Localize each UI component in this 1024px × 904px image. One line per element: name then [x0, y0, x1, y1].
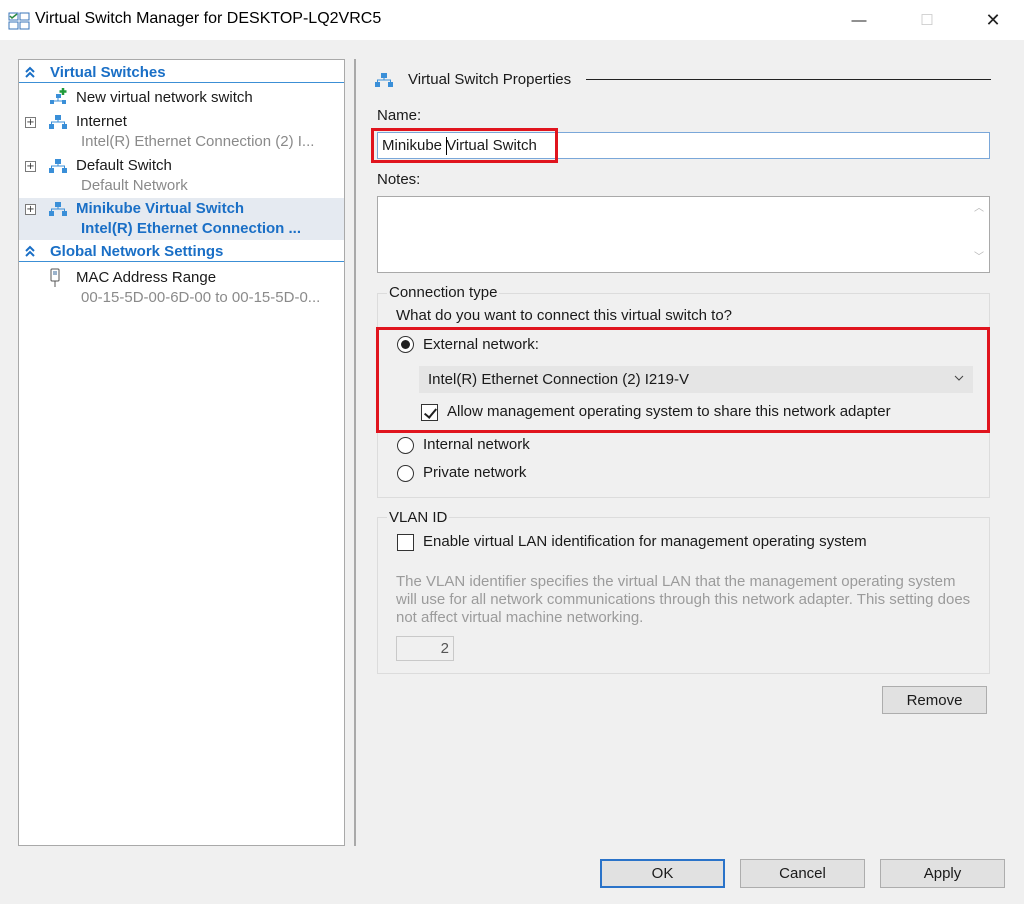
collapse-chevron-icon[interactable]: [24, 245, 36, 258]
connection-type-title: Connection type: [387, 284, 500, 301]
minimize-button[interactable]: —: [826, 0, 892, 40]
mac-range-label: MAC Address Range: [76, 269, 217, 286]
connection-question: What do you want to connect this virtual…: [396, 307, 732, 324]
apply-button[interactable]: Apply: [880, 859, 1005, 888]
name-highlight-box: [371, 128, 558, 163]
network-switch-icon: [49, 115, 67, 129]
network-switch-icon: [49, 159, 67, 173]
private-network-label: Private network: [423, 464, 527, 481]
switch-name: Internet: [76, 113, 127, 130]
title-bar: Virtual Switch Manager for DESKTOP-LQ2VR…: [0, 0, 1024, 40]
header-divider: [586, 79, 991, 80]
tree-item-internet[interactable]: + Internet Intel(R) Ethernet Connection …: [19, 111, 344, 153]
global-network-settings-section[interactable]: Global Network Settings: [19, 242, 344, 262]
network-switch-icon: [49, 202, 67, 216]
expand-icon[interactable]: +: [25, 161, 36, 172]
external-network-highlight-box: [376, 327, 990, 433]
virtual-switches-header: Virtual Switches: [50, 64, 166, 81]
mac-address-icon: [50, 268, 60, 287]
internal-network-radio[interactable]: [397, 437, 414, 454]
new-switch-label: New virtual network switch: [76, 89, 253, 106]
notes-textarea[interactable]: ︿ ﹀: [377, 196, 990, 273]
ok-button[interactable]: OK: [600, 859, 725, 888]
tree-item-default-switch[interactable]: + Default Switch Default Network: [19, 155, 344, 197]
switch-tree: Virtual Switches New virtual network swi…: [18, 59, 345, 846]
window-title: Virtual Switch Manager for DESKTOP-LQ2VR…: [35, 10, 382, 27]
tree-item-mac-address-range[interactable]: MAC Address Range 00-15-5D-00-6D-00 to 0…: [19, 266, 344, 310]
collapse-chevron-icon[interactable]: [24, 66, 36, 79]
vlan-description: The VLAN identifier specifies the virtua…: [396, 573, 971, 626]
name-label: Name:: [377, 107, 422, 124]
switch-adapter: Default Network: [81, 177, 188, 194]
notes-label: Notes:: [377, 171, 421, 188]
scroll-up-icon[interactable]: ︿: [973, 204, 985, 214]
expand-icon[interactable]: +: [25, 204, 36, 215]
virtual-switch-manager-icon: [8, 12, 30, 30]
maximize-button[interactable]: ☐: [894, 0, 960, 40]
network-switch-icon: [375, 73, 393, 87]
new-switch-icon: [50, 88, 67, 104]
virtual-switches-section[interactable]: Virtual Switches: [19, 63, 344, 83]
enable-vlan-label: Enable virtual LAN identification for ma…: [423, 533, 867, 550]
switch-name: Default Switch: [76, 157, 172, 174]
close-button[interactable]: ✕: [960, 0, 1024, 40]
expand-icon[interactable]: +: [25, 117, 36, 128]
internal-network-label: Internal network: [423, 436, 530, 453]
switch-adapter: Intel(R) Ethernet Connection ...: [81, 220, 301, 237]
switch-properties-panel: Virtual Switch Properties Name: Minikube…: [354, 59, 1007, 846]
mac-range-value: 00-15-5D-00-6D-00 to 00-15-5D-0...: [81, 289, 321, 306]
remove-button[interactable]: Remove: [882, 686, 987, 714]
switch-name: Minikube Virtual Switch: [76, 200, 245, 217]
vlan-id-value: 2: [440, 640, 449, 657]
private-network-radio[interactable]: [397, 465, 414, 482]
scroll-down-icon[interactable]: ﹀: [973, 253, 985, 263]
enable-vlan-checkbox[interactable]: [397, 534, 414, 551]
tree-item-minikube-virtual-switch[interactable]: + Minikube Virtual Switch Intel(R) Ether…: [19, 198, 344, 240]
new-virtual-switch-item[interactable]: New virtual network switch: [19, 87, 344, 109]
cancel-button[interactable]: Cancel: [740, 859, 865, 888]
vlan-id-input[interactable]: 2: [396, 636, 454, 661]
notes-scrollbar[interactable]: ︿ ﹀: [969, 197, 989, 272]
global-network-settings-header: Global Network Settings: [50, 243, 224, 260]
vlan-id-title: VLAN ID: [387, 509, 450, 526]
properties-header: Virtual Switch Properties: [408, 71, 572, 88]
switch-adapter: Intel(R) Ethernet Connection (2) I...: [81, 133, 315, 150]
